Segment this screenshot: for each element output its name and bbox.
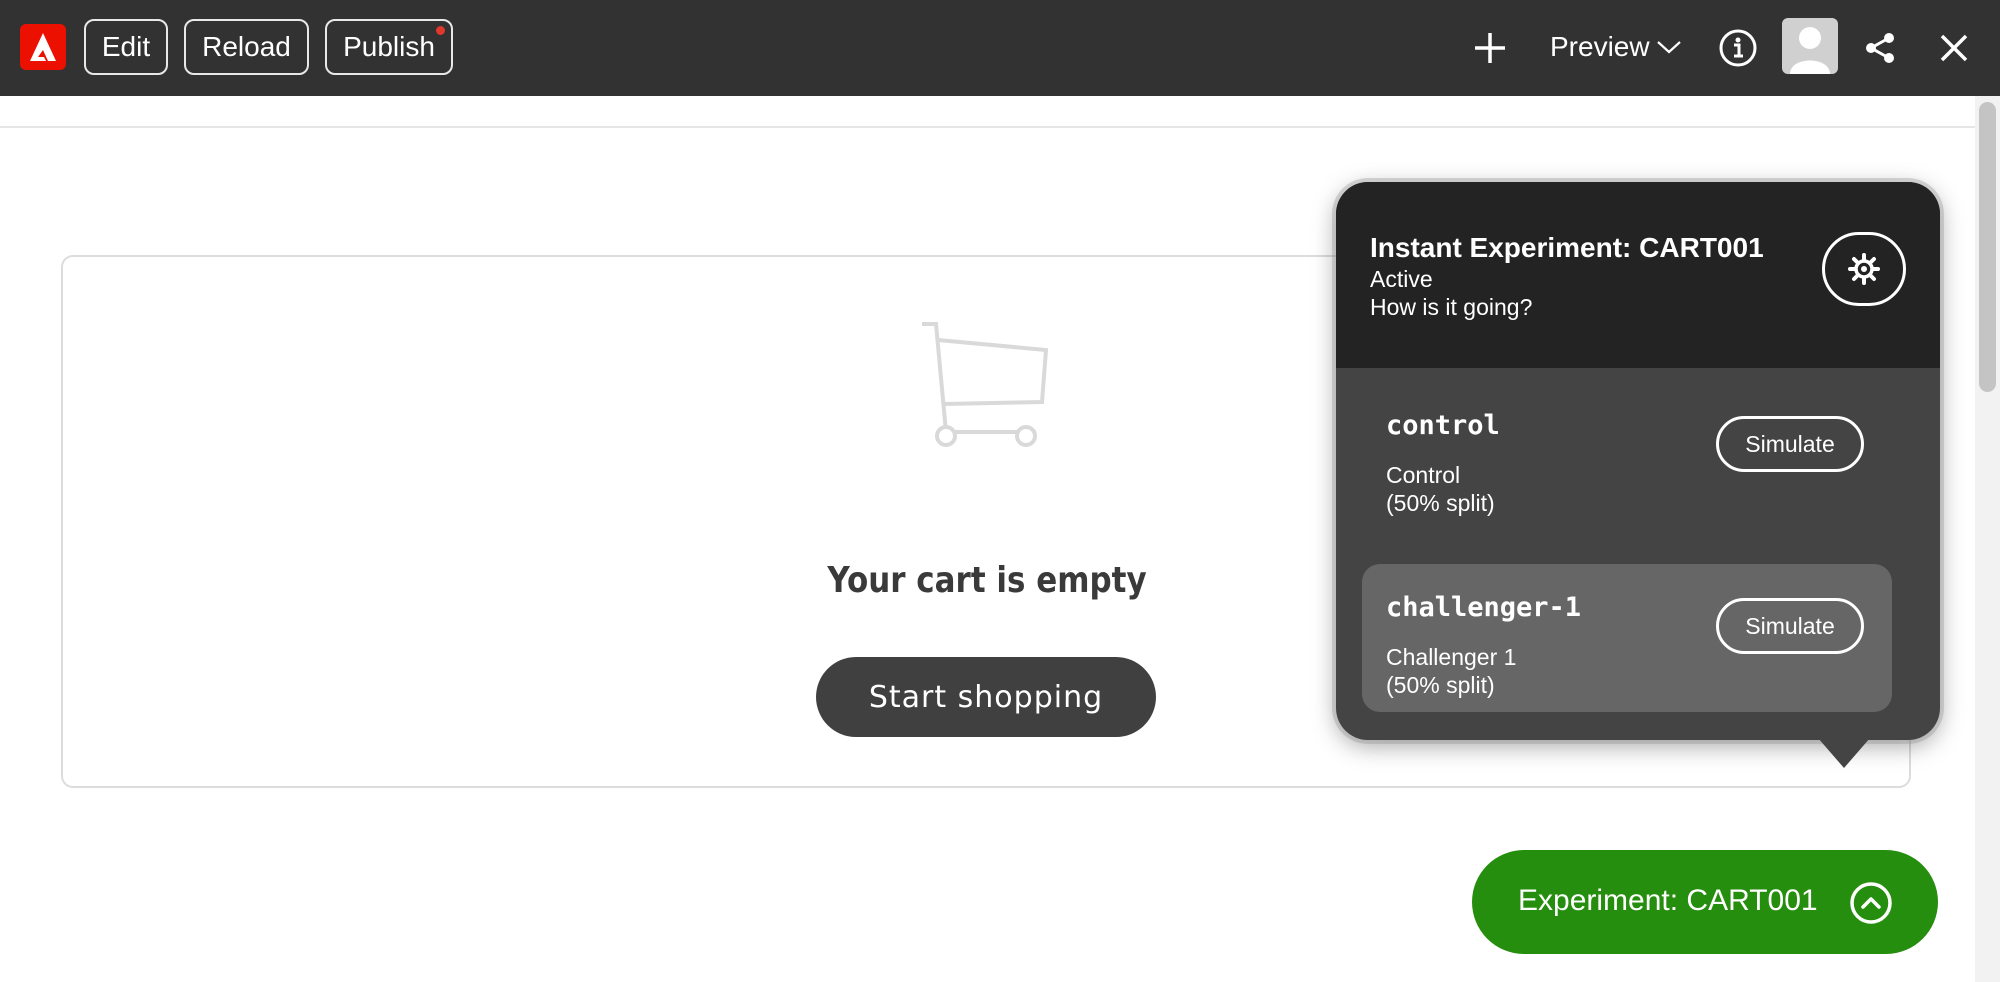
experiment-popover: Instant Experiment: CART001 Active How i… <box>1336 182 1940 740</box>
top-toolbar: Edit Reload Publish Preview <box>0 0 2000 96</box>
close-icon[interactable] <box>1926 20 1982 76</box>
start-shopping-button[interactable]: Start shopping <box>816 657 1156 737</box>
settings-button[interactable] <box>1822 232 1906 306</box>
variant-id: challenger-1 <box>1386 592 1582 623</box>
cart-empty-message: Your cart is empty <box>827 560 1147 601</box>
experiment-pill-label: Experiment: CART001 <box>1518 884 1818 917</box>
share-icon[interactable] <box>1852 20 1908 76</box>
variant-name: Control <box>1386 462 1461 488</box>
preview-label: Preview <box>1550 31 1650 62</box>
variant-card-control[interactable]: control Control (50% split) Simulate <box>1362 382 1892 530</box>
preview-dropdown[interactable]: Preview <box>1550 24 1682 70</box>
experiment-question: How is it going? <box>1370 294 1533 320</box>
scrollbar-thumb[interactable] <box>1979 102 1996 392</box>
publish-label: Publish <box>343 31 435 62</box>
chevron-down-icon <box>1656 41 1681 54</box>
publish-notification-dot <box>436 26 445 35</box>
simulate-challenger-1-button[interactable]: Simulate <box>1716 598 1864 654</box>
experiment-pill-button[interactable]: Experiment: CART001 <box>1472 850 1938 954</box>
variant-split: (50% split) <box>1386 490 1495 516</box>
simulate-control-button[interactable]: Simulate <box>1716 416 1864 472</box>
plus-icon[interactable] <box>1462 20 1518 76</box>
shopping-cart-icon <box>922 322 1049 447</box>
avatar[interactable] <box>1782 18 1838 74</box>
popover-pointer <box>1818 738 1870 768</box>
experiment-title: Instant Experiment: CART001 <box>1370 232 1764 263</box>
variant-split: (50% split) <box>1386 672 1495 698</box>
variant-id: control <box>1386 410 1500 441</box>
publish-button[interactable]: Publish <box>325 19 453 75</box>
page-scrollbar[interactable] <box>1975 96 2000 982</box>
variant-card-challenger-1[interactable]: challenger-1 Challenger 1 (50% split) Si… <box>1362 564 1892 712</box>
reload-button[interactable]: Reload <box>184 19 309 75</box>
experiment-status: Active <box>1370 266 1433 292</box>
info-icon[interactable] <box>1710 20 1766 76</box>
popover-header: Instant Experiment: CART001 Active How i… <box>1336 182 1940 368</box>
variant-name: Challenger 1 <box>1386 644 1517 670</box>
edit-button[interactable]: Edit <box>84 19 168 75</box>
adobe-logo-icon[interactable] <box>20 24 66 70</box>
gear-icon <box>1848 253 1880 285</box>
chevron-up-circle-icon <box>1850 882 1892 924</box>
header-divider <box>0 126 1975 128</box>
